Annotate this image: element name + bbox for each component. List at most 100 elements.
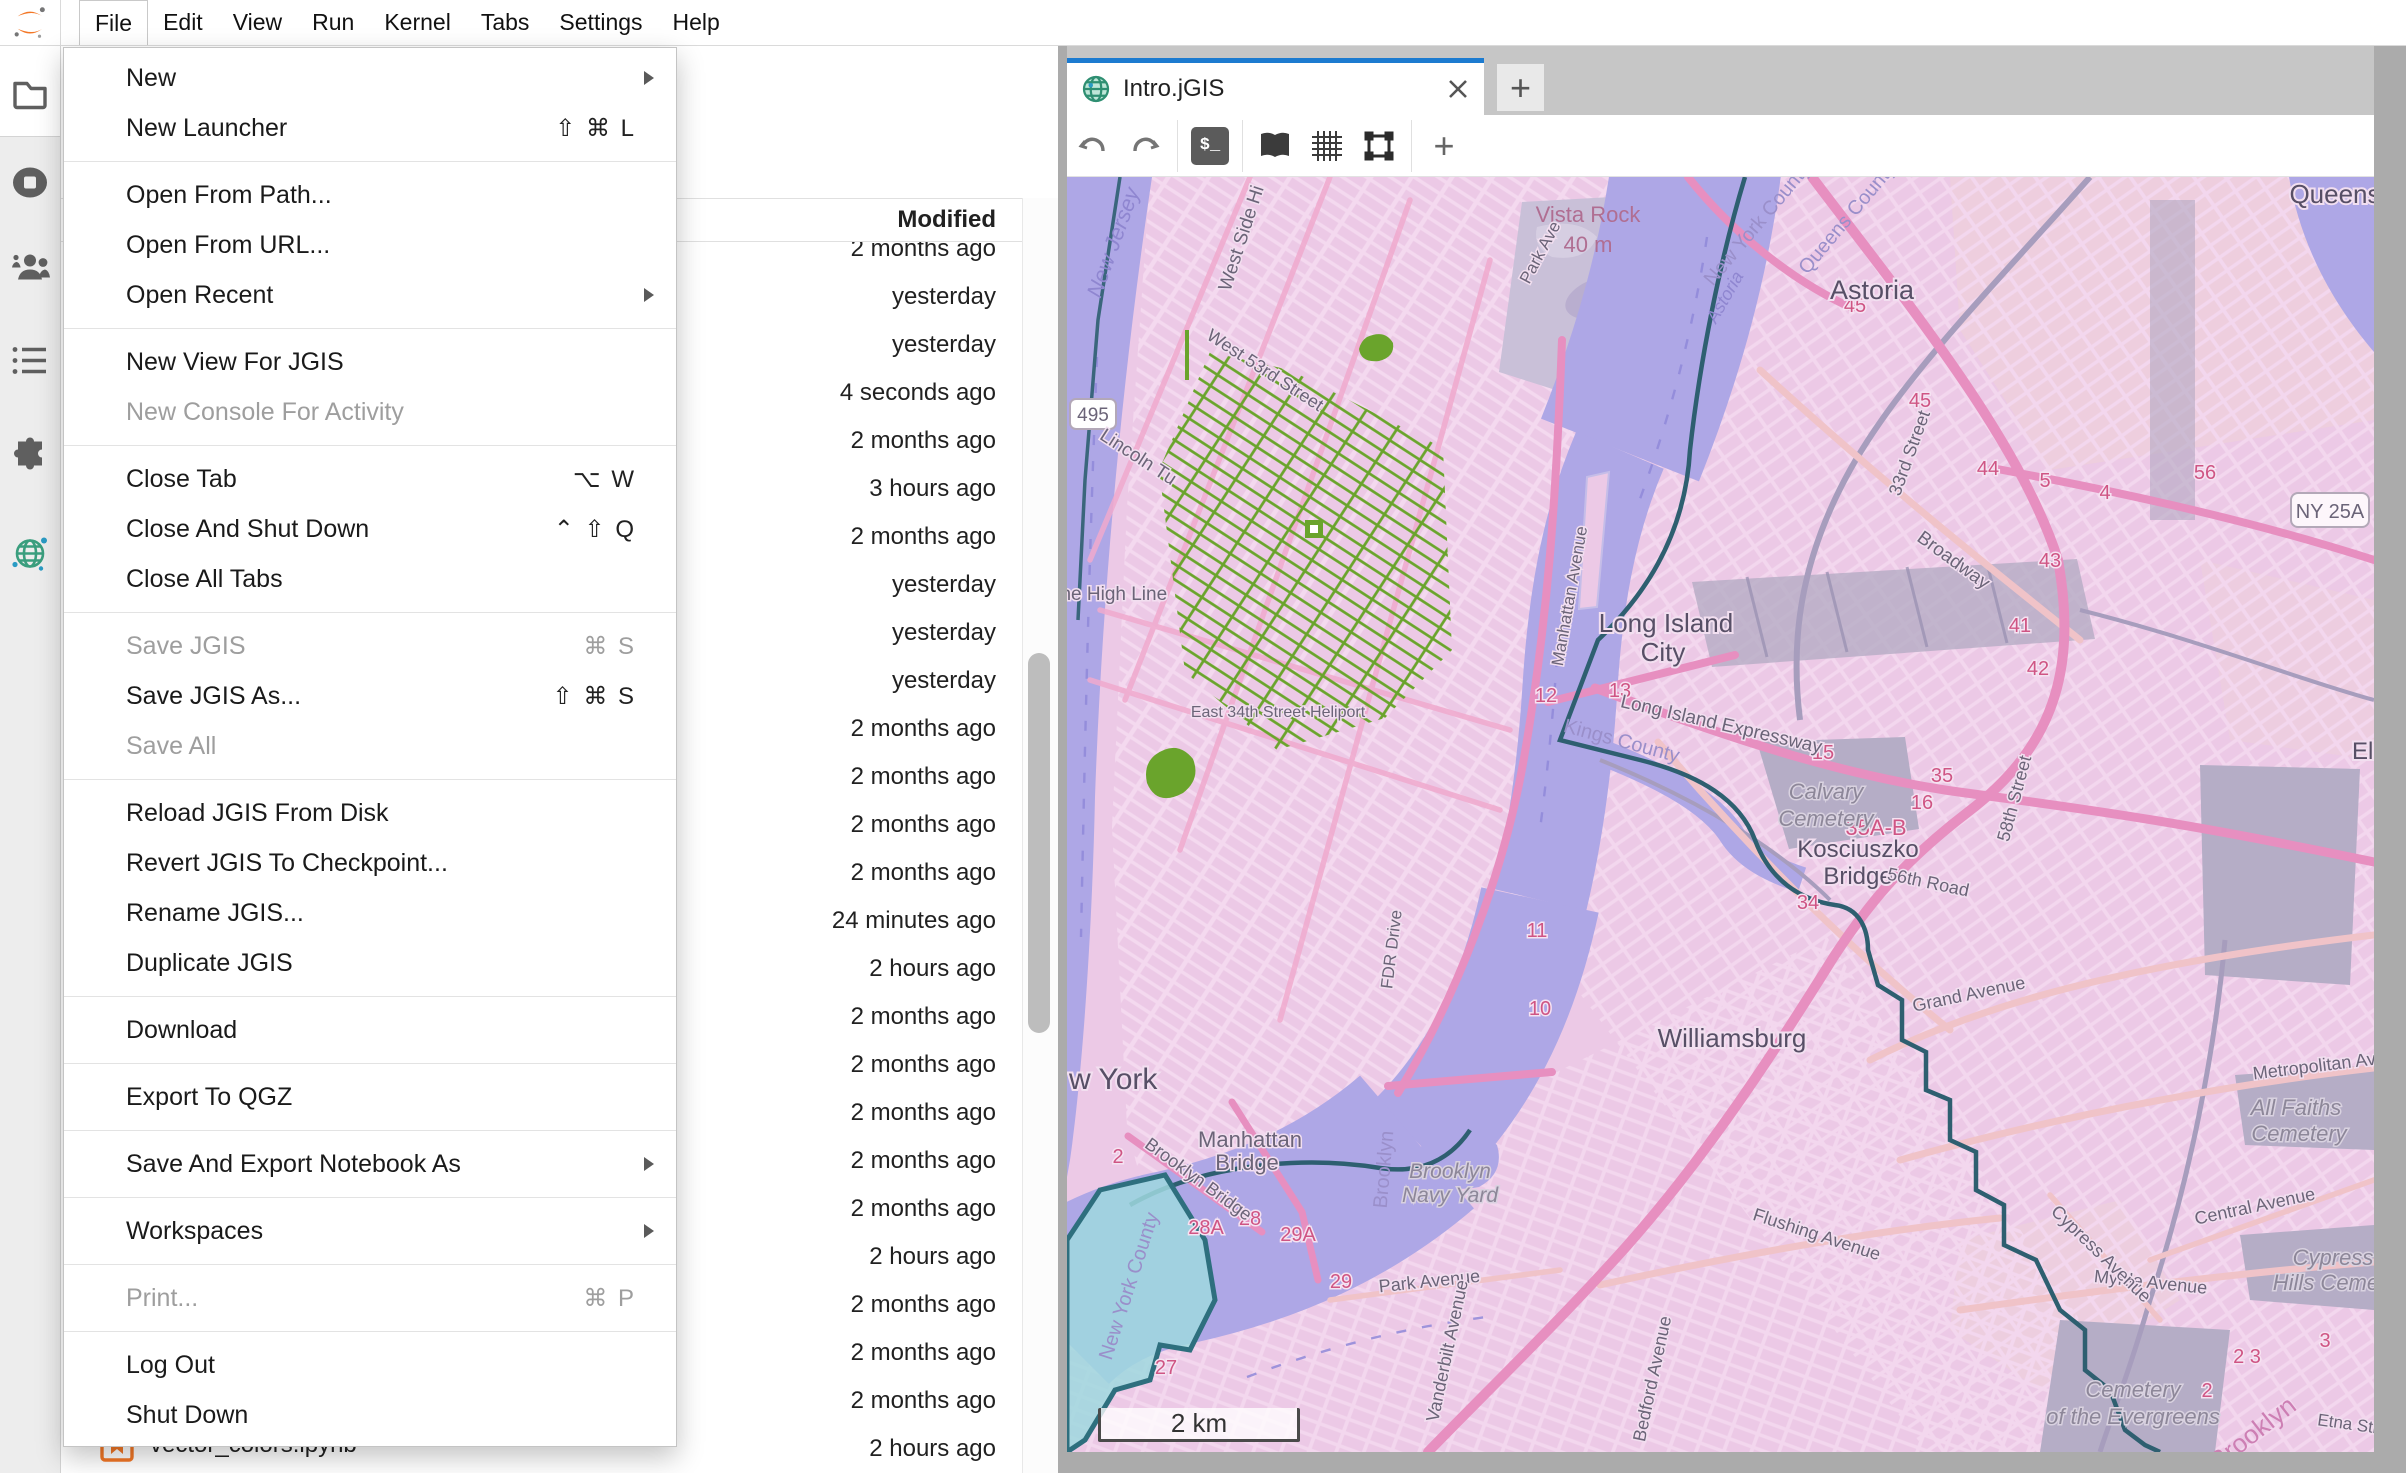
svg-text:Williamsburg: Williamsburg — [1658, 1023, 1807, 1053]
shortcut: ⌘ P — [583, 1284, 636, 1313]
svg-text:27: 27 — [1155, 1357, 1177, 1379]
svg-text:of the Evergreens: of the Evergreens — [2046, 1404, 2220, 1429]
svg-text:Manhattan: Manhattan — [1198, 1127, 1302, 1152]
svg-text:40 m: 40 m — [1564, 232, 1613, 257]
running-kernels-icon[interactable] — [11, 166, 49, 205]
jgis-globe-icon[interactable] — [10, 534, 50, 579]
svg-text:w York: w York — [1068, 1063, 1158, 1096]
menu-divider — [64, 1331, 676, 1332]
menu-item-open-recent[interactable]: Open Recent — [64, 270, 676, 320]
menu-item-download[interactable]: Download — [64, 1005, 676, 1055]
undo-icon[interactable] — [1067, 120, 1119, 172]
map-canvas[interactable]: 495 NY 25A 45 45 44 5 4 56 43 41 42 13 1… — [1067, 177, 2374, 1452]
menu-divider — [64, 779, 676, 780]
shortcut: ⌃ ⇧ Q — [554, 515, 636, 544]
menu-item-save-all: Save All — [64, 721, 676, 771]
svg-text:NY 25A: NY 25A — [2296, 501, 2365, 523]
svg-text:3: 3 — [2319, 1330, 2330, 1352]
menu-item-print: Print...⌘ P — [64, 1273, 676, 1323]
svg-text:29A: 29A — [1280, 1224, 1316, 1246]
menu-item-duplicate-jgis[interactable]: Duplicate JGIS — [64, 938, 676, 988]
menu-item-rename-jgis[interactable]: Rename JGIS... — [64, 888, 676, 938]
menu-divider — [64, 445, 676, 446]
svg-text:11: 11 — [1527, 920, 1548, 942]
redo-icon[interactable] — [1119, 120, 1171, 172]
svg-text:12: 12 — [1535, 685, 1557, 707]
table-of-contents-icon[interactable] — [12, 346, 48, 381]
raster-grid-icon[interactable] — [1301, 120, 1353, 172]
svg-text:4: 4 — [2099, 482, 2110, 504]
menu-view[interactable]: View — [218, 0, 297, 45]
svg-text:16: 16 — [1911, 792, 1933, 814]
menu-tabs[interactable]: Tabs — [466, 0, 545, 45]
svg-text:29: 29 — [1330, 1271, 1352, 1293]
tab-intro-jgis[interactable]: Intro.jGIS — [1067, 58, 1484, 115]
svg-text:28A: 28A — [1188, 1217, 1224, 1239]
menu-divider — [64, 996, 676, 997]
svg-text:Queens: Queens — [2289, 179, 2374, 209]
menu-item-new-view[interactable]: New View For JGIS — [64, 337, 676, 387]
shortcut: ⌥ W — [573, 465, 636, 494]
menu-settings[interactable]: Settings — [544, 0, 657, 45]
file-browser-folder-icon[interactable] — [12, 78, 48, 115]
menu-item-shut-down[interactable]: Shut Down — [64, 1390, 676, 1440]
shortcut: ⌘ S — [583, 632, 636, 661]
extension-puzzle-icon[interactable] — [12, 438, 48, 479]
dock-right-strip — [2374, 46, 2406, 1473]
menu-item-log-out[interactable]: Log Out — [64, 1340, 676, 1390]
scrollbar-thumb[interactable] — [1028, 653, 1050, 1033]
menu-item-close-tab[interactable]: Close Tab⌥ W — [64, 454, 676, 504]
menu-edit[interactable]: Edit — [148, 0, 218, 45]
menu-item-new-launcher[interactable]: New Launcher⇧ ⌘ L — [64, 103, 676, 153]
menu-item-save-jgis: Save JGIS⌘ S — [64, 621, 676, 671]
menu-kernel[interactable]: Kernel — [369, 0, 465, 45]
submenu-arrow-icon — [644, 71, 654, 85]
svg-text:42: 42 — [2027, 658, 2049, 680]
menu-item-new[interactable]: New — [64, 53, 676, 103]
menu-item-open-from-url[interactable]: Open From URL... — [64, 220, 676, 270]
svg-text:5: 5 — [2039, 470, 2050, 492]
svg-text:41: 41 — [2009, 615, 2031, 637]
menu-item-revert-jgis[interactable]: Revert JGIS To Checkpoint... — [64, 838, 676, 888]
menu-divider — [64, 1130, 676, 1131]
left-sidebar — [0, 46, 61, 1473]
shortcut: ⇧ ⌘ S — [553, 682, 636, 711]
svg-text:Hills Cemet: Hills Cemet — [2273, 1270, 2374, 1295]
menu-item-save-and-export-notebook-as[interactable]: Save And Export Notebook As — [64, 1139, 676, 1189]
menu-item-save-jgis-as[interactable]: Save JGIS As...⇧ ⌘ S — [64, 671, 676, 721]
menu-item-reload-jgis[interactable]: Reload JGIS From Disk — [64, 788, 676, 838]
menu-item-close-and-shut-down[interactable]: Close And Shut Down⌃ ⇧ Q — [64, 504, 676, 554]
svg-text:Cypress: Cypress — [2293, 1245, 2374, 1270]
menu-item-open-from-path[interactable]: Open From Path... — [64, 170, 676, 220]
menu-divider — [64, 612, 676, 613]
menu-item-workspaces[interactable]: Workspaces — [64, 1206, 676, 1256]
svg-text:10: 10 — [1529, 998, 1551, 1020]
new-tab-button[interactable]: + — [1497, 64, 1544, 111]
terminal-console-icon[interactable]: $_ — [1184, 120, 1236, 172]
jupyter-logo-icon — [11, 4, 49, 42]
svg-text:44: 44 — [1977, 458, 1999, 480]
add-layer-icon[interactable]: + — [1418, 120, 1470, 172]
svg-text:City: City — [1641, 637, 1686, 667]
svg-text:Astoria: Astoria — [1830, 275, 1915, 305]
svg-text:Kosciuszko: Kosciuszko — [1797, 836, 1918, 863]
svg-text:56: 56 — [2194, 462, 2216, 484]
file-browser-scrollbar[interactable] — [1022, 198, 1058, 1473]
collaboration-users-icon[interactable] — [10, 252, 50, 289]
svg-text:Long Island: Long Island — [1599, 608, 1733, 638]
menu-file[interactable]: File — [79, 0, 148, 45]
shortcut: ⇧ ⌘ L — [555, 114, 636, 143]
menu-item-export-to-qgz[interactable]: Export To QGZ — [64, 1072, 676, 1122]
symbology-book-icon[interactable] — [1249, 120, 1301, 172]
vector-square-icon[interactable] — [1353, 120, 1405, 172]
submenu-arrow-icon — [644, 1157, 654, 1171]
svg-text:Cemetery: Cemetery — [1778, 806, 1875, 831]
menu-run[interactable]: Run — [297, 0, 369, 45]
close-icon[interactable] — [1446, 77, 1470, 101]
modified-column-header[interactable]: Modified — [897, 206, 996, 234]
svg-text:495: 495 — [1077, 405, 1109, 426]
svg-text:All Faiths: All Faiths — [2249, 1095, 2341, 1120]
map-svg: 495 NY 25A 45 45 44 5 4 56 43 41 42 13 1… — [1067, 177, 2374, 1452]
menu-item-close-all-tabs[interactable]: Close All Tabs — [64, 554, 676, 604]
menu-help[interactable]: Help — [658, 0, 735, 45]
